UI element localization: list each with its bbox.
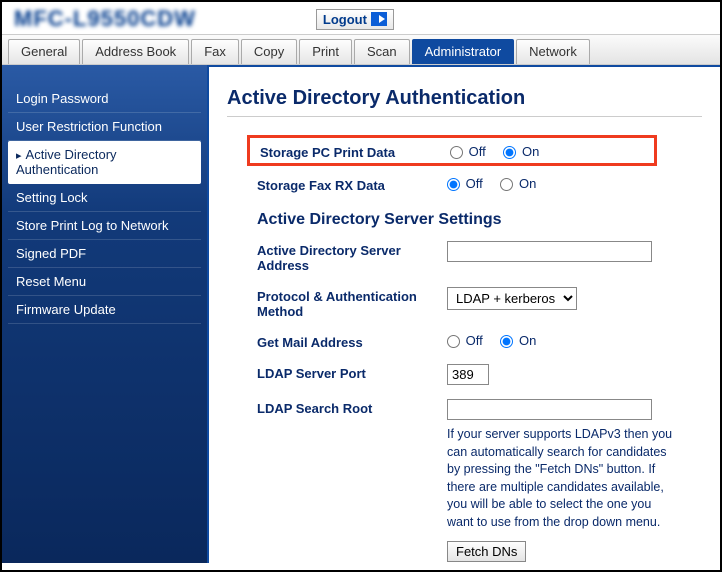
logout-label: Logout	[323, 12, 367, 27]
server-section-title: Active Directory Server Settings	[257, 211, 702, 229]
protocol-select[interactable]: LDAP + kerberos	[447, 287, 577, 310]
storage-fax-label: Storage Fax RX Data	[257, 176, 447, 193]
highlight-storage-pc: Storage PC Print Data Off On	[247, 135, 657, 166]
ldap-root-label: LDAP Search Root	[257, 399, 447, 416]
sidebar-item-user-restriction[interactable]: User Restriction Function	[8, 113, 201, 141]
tab-row: General Address Book Fax Copy Print Scan…	[2, 34, 720, 65]
tab-copy[interactable]: Copy	[241, 39, 297, 64]
sidebar-item-login-password[interactable]: Login Password	[8, 85, 201, 113]
sidebar-item-setting-lock[interactable]: Setting Lock	[8, 184, 201, 212]
storage-pc-off[interactable]: Off	[450, 144, 486, 159]
storage-fax-on[interactable]: On	[500, 176, 536, 191]
logout-button[interactable]: Logout	[316, 9, 394, 30]
server-addr-label: Active Directory Server Address	[257, 241, 447, 273]
fetch-dns-button[interactable]: Fetch DNs	[447, 541, 526, 562]
server-addr-input[interactable]	[447, 241, 652, 262]
tab-network[interactable]: Network	[516, 39, 590, 64]
sidebar-item-firmware-update[interactable]: Firmware Update	[8, 296, 201, 324]
get-mail-label: Get Mail Address	[257, 333, 447, 350]
tab-administrator[interactable]: Administrator	[412, 39, 515, 64]
sidebar: Login Password User Restriction Function…	[2, 65, 207, 563]
sidebar-item-store-print-log[interactable]: Store Print Log to Network	[8, 212, 201, 240]
storage-pc-on[interactable]: On	[503, 144, 539, 159]
product-name: MFC-L9550CDW	[14, 6, 196, 32]
tab-scan[interactable]: Scan	[354, 39, 410, 64]
tab-address-book[interactable]: Address Book	[82, 39, 189, 64]
logout-icon	[371, 12, 387, 26]
tab-print[interactable]: Print	[299, 39, 352, 64]
ldap-port-label: LDAP Server Port	[257, 364, 447, 381]
ldap-root-input[interactable]	[447, 399, 652, 420]
sidebar-item-reset-menu[interactable]: Reset Menu	[8, 268, 201, 296]
sidebar-item-signed-pdf[interactable]: Signed PDF	[8, 240, 201, 268]
main-content: Active Directory Authentication Storage …	[207, 65, 720, 563]
ldap-port-input[interactable]	[447, 364, 489, 385]
tab-fax[interactable]: Fax	[191, 39, 239, 64]
protocol-label: Protocol & Authentication Method	[257, 287, 447, 319]
storage-fax-off[interactable]: Off	[447, 176, 483, 191]
get-mail-on[interactable]: On	[500, 333, 536, 348]
storage-pc-label: Storage PC Print Data	[260, 143, 450, 160]
get-mail-off[interactable]: Off	[447, 333, 483, 348]
ldap-hint: If your server supports LDAPv3 then you …	[447, 426, 677, 531]
page-title: Active Directory Authentication	[227, 87, 702, 117]
sidebar-item-active-directory[interactable]: Active Directory Authentication	[8, 141, 201, 184]
tab-general[interactable]: General	[8, 39, 80, 64]
